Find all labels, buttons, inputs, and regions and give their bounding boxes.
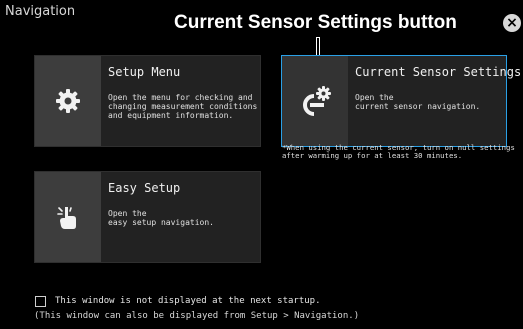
easy-setup-description: Open the easy setup navigation. xyxy=(108,209,214,227)
warm-up-note: *When using the current sensor, turn on … xyxy=(282,143,515,160)
current-sensor-settings-title: Current Sensor Settings xyxy=(355,65,522,79)
easy-setup-button[interactable]: Easy Setup Open the easy setup navigatio… xyxy=(34,171,261,263)
startup-checkbox[interactable] xyxy=(35,296,46,307)
gear-icon xyxy=(56,89,80,113)
current-sensor-settings-button[interactable]: Current Sensor Settings Open the current… xyxy=(281,55,521,147)
close-button[interactable]: × xyxy=(503,14,521,32)
pointing-hand-icon xyxy=(57,207,76,229)
window-title: Navigation xyxy=(5,4,76,19)
current-sensor-gear-icon xyxy=(303,86,331,116)
close-icon: × xyxy=(506,15,518,31)
easy-setup-title: Easy Setup xyxy=(108,181,181,195)
current-sensor-settings-description: Open the current sensor navigation. xyxy=(355,93,481,111)
setup-menu-description: Open the menu for checking and changing … xyxy=(108,93,258,120)
setup-menu-button[interactable]: Setup Menu Open the menu for checking an… xyxy=(34,55,261,147)
setup-menu-title: Setup Menu xyxy=(108,65,181,79)
setup-menu-icon-box xyxy=(35,56,101,146)
callout-label: Current Sensor Settings button xyxy=(174,12,457,33)
easy-setup-icon-box xyxy=(35,172,101,262)
current-sensor-icon-box xyxy=(282,56,348,146)
startup-checkbox-label[interactable]: This window is not displayed at the next… xyxy=(55,296,321,306)
navigation-hint: (This window can also be displayed from … xyxy=(34,311,360,321)
